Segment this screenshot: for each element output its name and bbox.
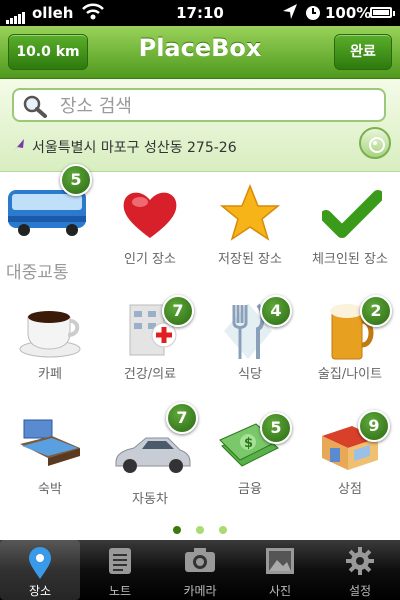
category-shop[interactable]: 9 상점 (300, 402, 400, 512)
category-label: 식당 (238, 367, 262, 382)
category-finance[interactable]: $ 5 금융 (200, 402, 300, 512)
category-label: 자동차 (132, 492, 168, 507)
page-dot (219, 526, 228, 534)
tab-label: 장소 (28, 584, 52, 598)
camera-icon (160, 546, 240, 580)
category-popular[interactable]: 인기 장소 (100, 172, 200, 282)
category-label: 숙박 (38, 482, 62, 497)
category-label: 카페 (38, 367, 62, 382)
navigation-bar: 10.0 km PlaceBox 완료 (0, 26, 400, 79)
tab-label: 노트 (108, 584, 132, 598)
done-button[interactable]: 완료 (334, 34, 392, 70)
search-icon (22, 94, 48, 118)
tab-camera[interactable]: 카메라 (160, 540, 240, 600)
location-arrow-icon (10, 138, 26, 158)
page-indicator[interactable] (0, 519, 400, 538)
notes-icon (80, 546, 160, 580)
location-services-icon (282, 3, 298, 25)
category-grid: 5 대중교통 인기 장소 저장된 장소 체크인된 장소 카페 7 건강/의료 4… (0, 164, 400, 517)
category-car[interactable]: 7 자동차 (100, 402, 200, 512)
category-transit[interactable]: 5 대중교통 (0, 164, 100, 283)
bar-count-badge: 2 (360, 295, 392, 327)
address-text: 서울특별시 마포구 성산동 275-26 (32, 140, 237, 156)
alarm-icon (304, 2, 322, 26)
category-label: 상점 (338, 482, 362, 497)
search-box[interactable] (12, 88, 386, 122)
category-restaurant[interactable]: 4 식당 (200, 287, 300, 397)
search-area: 서울특별시 마포구 성산동 275-26 (0, 79, 400, 172)
photo-icon (240, 546, 320, 580)
car-count-badge: 7 (166, 402, 198, 434)
gear-icon (320, 546, 400, 580)
finance-count-badge: 5 (260, 412, 292, 444)
current-location: 서울특별시 마포구 성산동 275-26 (10, 137, 237, 158)
category-label: 저장된 장소 (218, 252, 282, 267)
page-dot (196, 526, 204, 534)
search-input[interactable] (58, 92, 362, 120)
tab-bar: 장소 노트 카메라 사진 설정 (0, 540, 400, 600)
tab-notes[interactable]: 노트 (80, 540, 160, 600)
category-lodging[interactable]: 숙박 (0, 402, 100, 512)
page-dot-active (172, 526, 181, 534)
coffee-cup-icon (0, 287, 100, 365)
bed-icon (0, 402, 100, 480)
checkmark-icon (300, 172, 400, 250)
category-label: 체크인된 장소 (312, 252, 388, 267)
transit-count-badge: 5 (60, 164, 92, 196)
tab-settings[interactable]: 설정 (320, 540, 400, 600)
battery-icon (370, 7, 395, 18)
gps-refresh-button[interactable] (359, 127, 391, 159)
tab-label: 카메라 (183, 584, 217, 598)
category-saved[interactable]: 저장된 장소 (200, 172, 300, 282)
battery-percentage: 100% (325, 4, 372, 22)
heart-icon (100, 172, 200, 250)
category-checked-in[interactable]: 체크인된 장소 (300, 172, 400, 282)
location-pin-icon (0, 546, 80, 580)
category-bar[interactable]: 2 술집/나이트 (300, 287, 400, 397)
status-bar: olleh 17:10 100% (0, 0, 400, 26)
category-label: 인기 장소 (124, 252, 176, 267)
restaurant-count-badge: 4 (260, 295, 292, 327)
shop-count-badge: 9 (358, 410, 390, 442)
tab-photos[interactable]: 사진 (240, 540, 320, 600)
category-health[interactable]: 7 건강/의료 (100, 287, 200, 397)
category-label: 술집/나이트 (317, 367, 383, 382)
svg-text:$: $ (244, 436, 253, 451)
category-label: 금융 (238, 482, 262, 497)
star-icon (200, 172, 300, 250)
category-label: 건강/의료 (123, 367, 177, 382)
tab-label: 설정 (348, 584, 372, 598)
category-label: 대중교통 (6, 263, 69, 283)
tab-label: 사진 (268, 584, 292, 598)
tab-places[interactable]: 장소 (0, 540, 80, 600)
health-count-badge: 7 (162, 295, 194, 327)
category-cafe[interactable]: 카페 (0, 287, 100, 397)
